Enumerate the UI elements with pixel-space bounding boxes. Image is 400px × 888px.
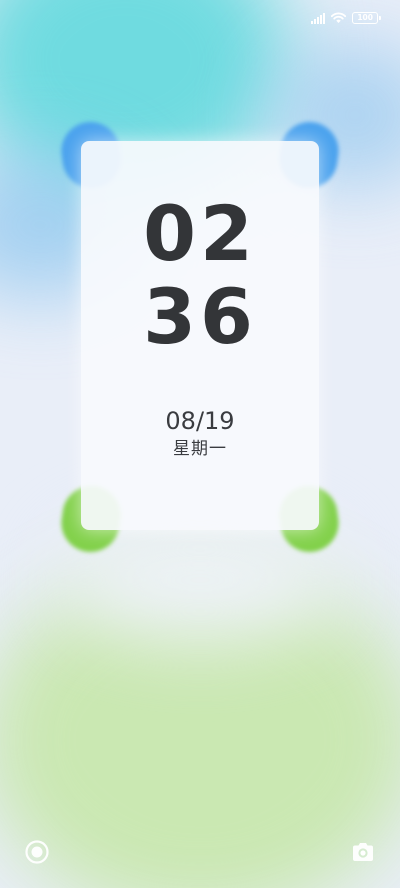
clock-card: 02 36 08/19 星期一 xyxy=(81,141,319,530)
clock-minutes: 36 xyxy=(143,272,257,361)
assistant-shortcut-button[interactable] xyxy=(24,839,50,865)
battery-indicator: 100 xyxy=(352,12,381,24)
wifi-icon xyxy=(331,12,347,23)
assistant-circle-icon xyxy=(25,840,49,864)
status-bar: 100 xyxy=(311,11,381,25)
clock-hours: 02 xyxy=(143,189,257,278)
camera-icon xyxy=(353,843,373,861)
lock-screen: 100 02 36 08/19 星期一 xyxy=(0,0,400,888)
date-label: 08/19 xyxy=(165,407,235,435)
battery-level: 100 xyxy=(357,13,373,22)
camera-shortcut-button[interactable] xyxy=(350,839,376,865)
cellular-signal-icon xyxy=(311,12,326,24)
weekday-label: 星期一 xyxy=(173,439,227,459)
